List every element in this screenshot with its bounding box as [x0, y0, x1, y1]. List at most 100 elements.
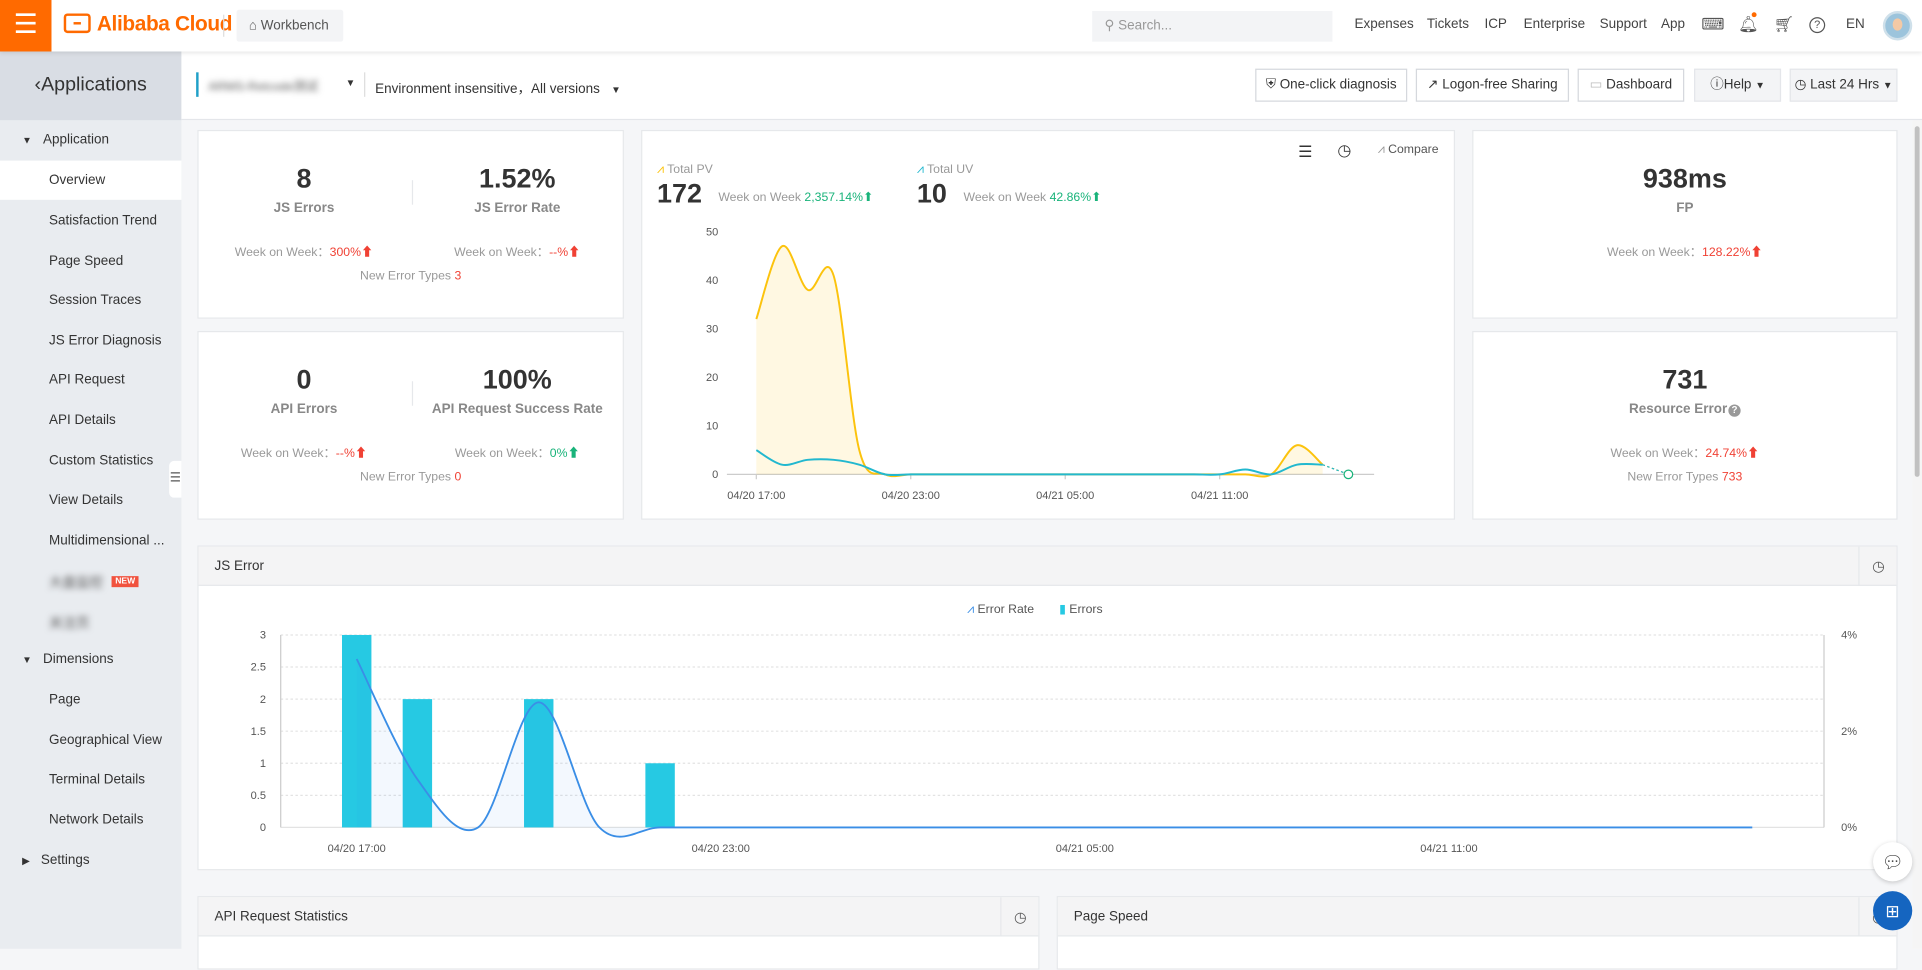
y-tick-label: 2.5	[251, 662, 266, 674]
sidebar-item-terminal-details[interactable]: Terminal Details	[49, 772, 181, 787]
group-label: Dimensions	[43, 652, 114, 667]
nav-expenses[interactable]: Expenses	[1355, 17, 1414, 32]
sidebar-title: Applications	[41, 74, 147, 96]
sidebar-item-followed-pages[interactable]: 关注页	[49, 613, 181, 633]
divider	[364, 72, 366, 97]
fp-label: FP	[1676, 201, 1694, 216]
api-request-statistics-panel: API Request Statistics ◷	[197, 896, 1040, 970]
search-input[interactable]: ⚲ Search...	[1092, 11, 1333, 42]
fp-card: 938ms FP Week on Week：128.22%⬆	[1472, 129, 1898, 319]
group-label: Settings	[40, 853, 90, 868]
nav-tickets[interactable]: Tickets	[1427, 17, 1469, 32]
brand-logo[interactable]: Alibaba Cloud	[63, 12, 233, 37]
workbench-button[interactable]: ⌂ Workbench	[236, 9, 344, 42]
monitor-icon: ▭	[1589, 77, 1603, 92]
bell-icon[interactable]: 🔔︎	[1738, 15, 1758, 35]
pv-uv-chart: 0 10 20 30 40 50 04/20 17:00 04/20 23:00 04/21 0…	[706, 226, 1375, 502]
accent-bar	[196, 72, 199, 97]
group-label: Application	[43, 132, 110, 148]
top-bar: ☰ Alibaba Cloud ⌂ Workbench ⚲ Search... …	[0, 0, 1922, 52]
arrow-up-icon: ⬆	[1746, 447, 1760, 461]
question-icon[interactable]: ?	[1728, 404, 1741, 417]
sidebar-item-dashboard-monitor[interactable]: 大盘监控	[49, 572, 104, 592]
caret-down-icon: ▼	[611, 84, 621, 96]
help-icon[interactable]: ?	[1809, 17, 1826, 34]
label: New Error Types	[359, 269, 452, 284]
clock-icon[interactable]: ◷	[1000, 897, 1039, 937]
sidebar-item-session-traces[interactable]: Session Traces	[49, 293, 181, 308]
cart-icon[interactable]: 🛒︎	[1774, 15, 1794, 35]
wow-value: 24.74%	[1705, 447, 1747, 461]
caret-down-icon[interactable]: ▼	[346, 77, 356, 88]
wow-value: 0%	[549, 447, 568, 461]
environment-selector[interactable]: Environment insensitive，All versions ▼	[375, 78, 621, 98]
sidebar-item-page[interactable]: Page	[49, 693, 181, 708]
arrow-up-icon: ⬆	[1750, 246, 1763, 260]
time-range-dropdown[interactable]: ◷ Last 24 Hrs ▼	[1789, 68, 1898, 102]
panel-title: Page Speed	[1073, 909, 1149, 925]
sidebar-group-dimensions[interactable]: ▼ Dimensions	[22, 652, 113, 667]
app-selector[interactable]: ARMS-Retcode测试	[208, 76, 318, 94]
x-tick-label: 04/21 11:00	[1191, 490, 1248, 502]
terminal-icon[interactable]: ⌨	[1701, 15, 1724, 35]
dashboard-button[interactable]: ▭ Dashboard	[1577, 68, 1685, 102]
js-error-chart: 0 0.5 1 1.5 2 2.5 3 0% 2% 4% 04/20 17:00 04/20 23:0…	[251, 630, 1858, 855]
sidebar-group-application[interactable]: ▼ Application	[22, 132, 109, 147]
y-tick-label: 3	[260, 630, 266, 642]
nav-app[interactable]: App	[1661, 17, 1685, 32]
env-label: Environment insensitive，All versions	[375, 82, 600, 97]
api-error-summary-card: 0 API Errors Week on Week：--%⬆ 100% API …	[197, 330, 624, 520]
caret-down-icon: ▼	[1755, 79, 1765, 91]
js-error-panel: JS Error ◷ ⩘ Error Rate ▮ Errors 0 0.5 1 1.…	[197, 545, 1898, 871]
label: New Error Types	[359, 470, 452, 485]
y2-tick-label: 4%	[1841, 630, 1857, 642]
fp-wow: Week on Week：128.22%⬆	[1473, 241, 1896, 259]
nav-support[interactable]: Support	[1600, 17, 1647, 32]
apps-icon[interactable]: ⊞	[1873, 891, 1913, 931]
help-dropdown[interactable]: ⓘHelp ▼	[1694, 68, 1782, 102]
resource-error-card: 731 Resource Error? Week on Week：24.74%⬆…	[1472, 330, 1898, 520]
x-tick-label: 04/20 17:00	[328, 843, 386, 855]
sidebar-item-network-details[interactable]: Network Details	[49, 813, 181, 828]
brand-name: Alibaba Cloud	[96, 12, 233, 36]
avatar[interactable]	[1882, 11, 1913, 41]
btn-label: One-click diagnosis	[1279, 77, 1397, 92]
sidebar-collapse-handle[interactable]: ☰	[169, 460, 182, 498]
new-badge: NEW	[111, 576, 139, 588]
panel-header: Page Speed	[1057, 897, 1897, 937]
pv-area	[756, 245, 1323, 477]
back-to-applications[interactable]: ‹Applications	[0, 51, 182, 121]
sidebar-item-js-error-diagnosis[interactable]: JS Error Diagnosis	[49, 333, 181, 348]
home-icon: ⌂	[248, 18, 257, 34]
language-switch[interactable]: EN	[1846, 17, 1865, 32]
y2-tick-label: 0%	[1841, 822, 1857, 834]
y2-tick-label: 2%	[1841, 726, 1857, 738]
scrollbar-thumb[interactable]	[1914, 126, 1920, 477]
y-tick-label: 0	[712, 469, 718, 481]
value: 733	[1721, 470, 1743, 485]
nav-icp[interactable]: ICP	[1484, 17, 1506, 32]
label: New Error Types	[1627, 470, 1719, 485]
info-icon: ⓘ	[1710, 77, 1724, 92]
y-tick-label: 1.5	[251, 726, 266, 738]
caret-right-icon: ▶	[22, 855, 30, 867]
error-bar	[645, 763, 675, 828]
wow-label: Week on Week：	[454, 246, 550, 260]
chat-icon[interactable]: 💬︎	[1873, 842, 1913, 882]
wow-value: --%	[549, 246, 569, 260]
one-click-diagnosis-button[interactable]: ⛨ One-click diagnosis	[1255, 68, 1408, 102]
arrow-up-icon: ⬆	[567, 447, 580, 461]
js-error-summary-card: 8 JS Errors Week on Week：300%⬆ 1.52% JS …	[197, 129, 624, 319]
sidebar-item-geographical-view[interactable]: Geographical View	[49, 733, 181, 748]
shield-icon: ⛨	[1265, 77, 1276, 92]
x-tick-label: 04/21 05:00	[1036, 490, 1094, 502]
hamburger-menu-icon[interactable]: ☰	[0, 0, 52, 52]
sidebar-item-multidimensional[interactable]: Multidimensional ...	[49, 533, 181, 548]
x-tick-label: 04/20 17:00	[727, 490, 785, 502]
sidebar-item-view-details[interactable]: View Details	[49, 493, 181, 508]
nav-enterprise[interactable]: Enterprise	[1524, 17, 1585, 32]
sidebar-group-settings[interactable]: ▶ Settings	[22, 853, 90, 868]
search-icon: ⚲	[1104, 18, 1115, 34]
logon-free-sharing-button[interactable]: ↗ Logon-free Sharing	[1415, 68, 1570, 102]
fp-value: 938ms	[1642, 163, 1727, 194]
